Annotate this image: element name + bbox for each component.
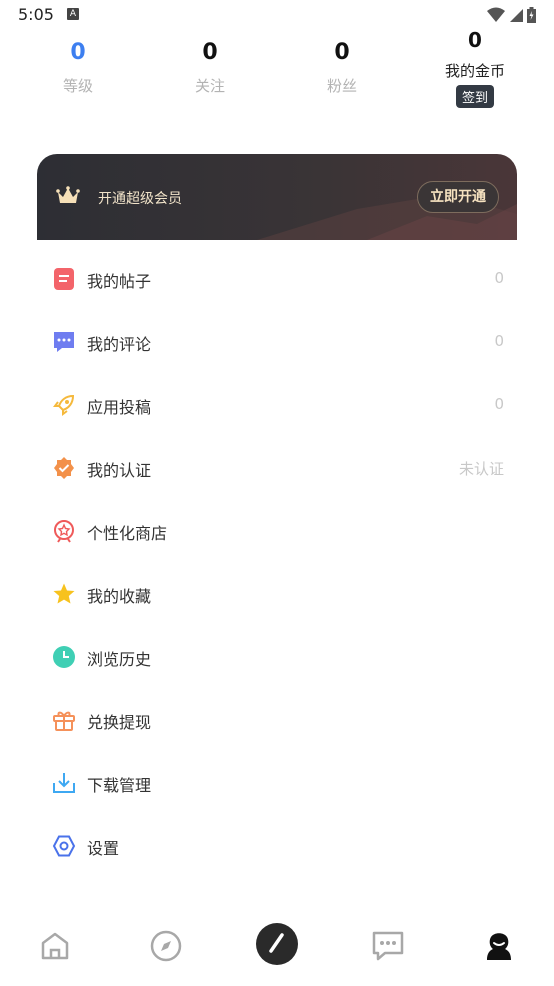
cellular-icon — [510, 9, 523, 22]
menu-item-favorites[interactable]: 我的收藏 — [37, 563, 517, 626]
stat-following[interactable]: 0 关注 — [155, 40, 265, 96]
vip-banner[interactable]: 开通超级会员 立即开通 — [37, 154, 517, 240]
battery-icon — [527, 7, 536, 23]
wifi-icon — [487, 7, 505, 22]
followers-label: 粉丝 — [326, 77, 357, 95]
crown-icon — [56, 186, 80, 203]
coins-label: 我的金币 — [444, 62, 505, 80]
menu-label: 应用投稿 — [87, 398, 152, 417]
clock-icon — [53, 646, 75, 668]
menu-item-verification[interactable]: 我的认证 未认证 — [37, 437, 517, 500]
compose-icon[interactable] — [255, 922, 299, 966]
gift-icon — [53, 711, 75, 731]
menu-item-my-comments[interactable]: 我的评论 0 — [37, 311, 517, 374]
vip-banner-text: 开通超级会员 — [98, 191, 182, 207]
menu-item-exchange-withdraw[interactable]: 兑换提现 — [37, 689, 517, 752]
coins-value: 0 — [468, 28, 482, 52]
menu-label: 个性化商店 — [87, 524, 168, 543]
menu-label: 我的帖子 — [87, 272, 152, 291]
menu-item-my-posts[interactable]: 我的帖子 0 — [37, 248, 517, 311]
rocket-icon — [53, 394, 75, 416]
menu-item-history[interactable]: 浏览历史 — [37, 626, 517, 689]
notification-icon: A — [67, 8, 79, 20]
store-badge-icon — [54, 520, 74, 543]
status-time: 5:05 — [18, 5, 54, 24]
verified-badge-icon — [54, 457, 74, 479]
menu-value: 0 — [494, 395, 504, 413]
profile-stats: 0 等级 0 关注 0 粉丝 0 我的金币 签到 — [0, 28, 554, 120]
following-label: 关注 — [194, 77, 225, 95]
followers-value: 0 — [334, 40, 350, 65]
menu-label: 我的评论 — [87, 335, 152, 354]
following-value: 0 — [202, 40, 218, 65]
bottom-tab-bar — [0, 914, 554, 978]
vip-open-button[interactable]: 立即开通 — [417, 181, 499, 213]
menu-label: 浏览历史 — [87, 650, 152, 669]
menu-label: 下载管理 — [87, 776, 152, 795]
checkin-button[interactable]: 签到 — [455, 85, 494, 108]
home-icon[interactable] — [37, 928, 73, 964]
stat-level[interactable]: 0 等级 — [23, 40, 133, 96]
menu-item-personal-store[interactable]: 个性化商店 — [37, 500, 517, 563]
menu-value: 未认证 — [458, 460, 504, 478]
stat-coins[interactable]: 0 我的金币 签到 — [420, 28, 530, 108]
menu-label: 设置 — [87, 839, 120, 858]
status-icons — [487, 6, 536, 24]
status-bar: 5:05 A — [0, 0, 554, 30]
comment-icon — [54, 332, 74, 352]
post-icon — [54, 268, 74, 290]
menu-item-downloads[interactable]: 下载管理 — [37, 752, 517, 815]
level-label: 等级 — [62, 77, 93, 95]
menu-value: 0 — [494, 332, 504, 350]
download-icon — [53, 773, 75, 793]
menu-item-settings[interactable]: 设置 — [37, 815, 517, 878]
menu-label: 我的收藏 — [87, 587, 152, 606]
menu-value: 0 — [494, 269, 504, 287]
menu-item-app-submission[interactable]: 应用投稿 0 — [37, 374, 517, 437]
profile-menu: 我的帖子 0 我的评论 0 应用投稿 0 我的认证 未认证 个性化商店 我的收藏… — [37, 248, 517, 878]
compass-icon[interactable] — [148, 928, 184, 964]
menu-label: 我的认证 — [87, 461, 152, 480]
stat-followers[interactable]: 0 粉丝 — [287, 40, 397, 96]
star-icon — [53, 583, 75, 604]
menu-label: 兑换提现 — [87, 713, 152, 732]
level-value: 0 — [70, 40, 86, 65]
profile-icon[interactable] — [481, 928, 517, 964]
messages-icon[interactable] — [370, 928, 406, 964]
settings-hexagon-icon — [52, 835, 76, 857]
